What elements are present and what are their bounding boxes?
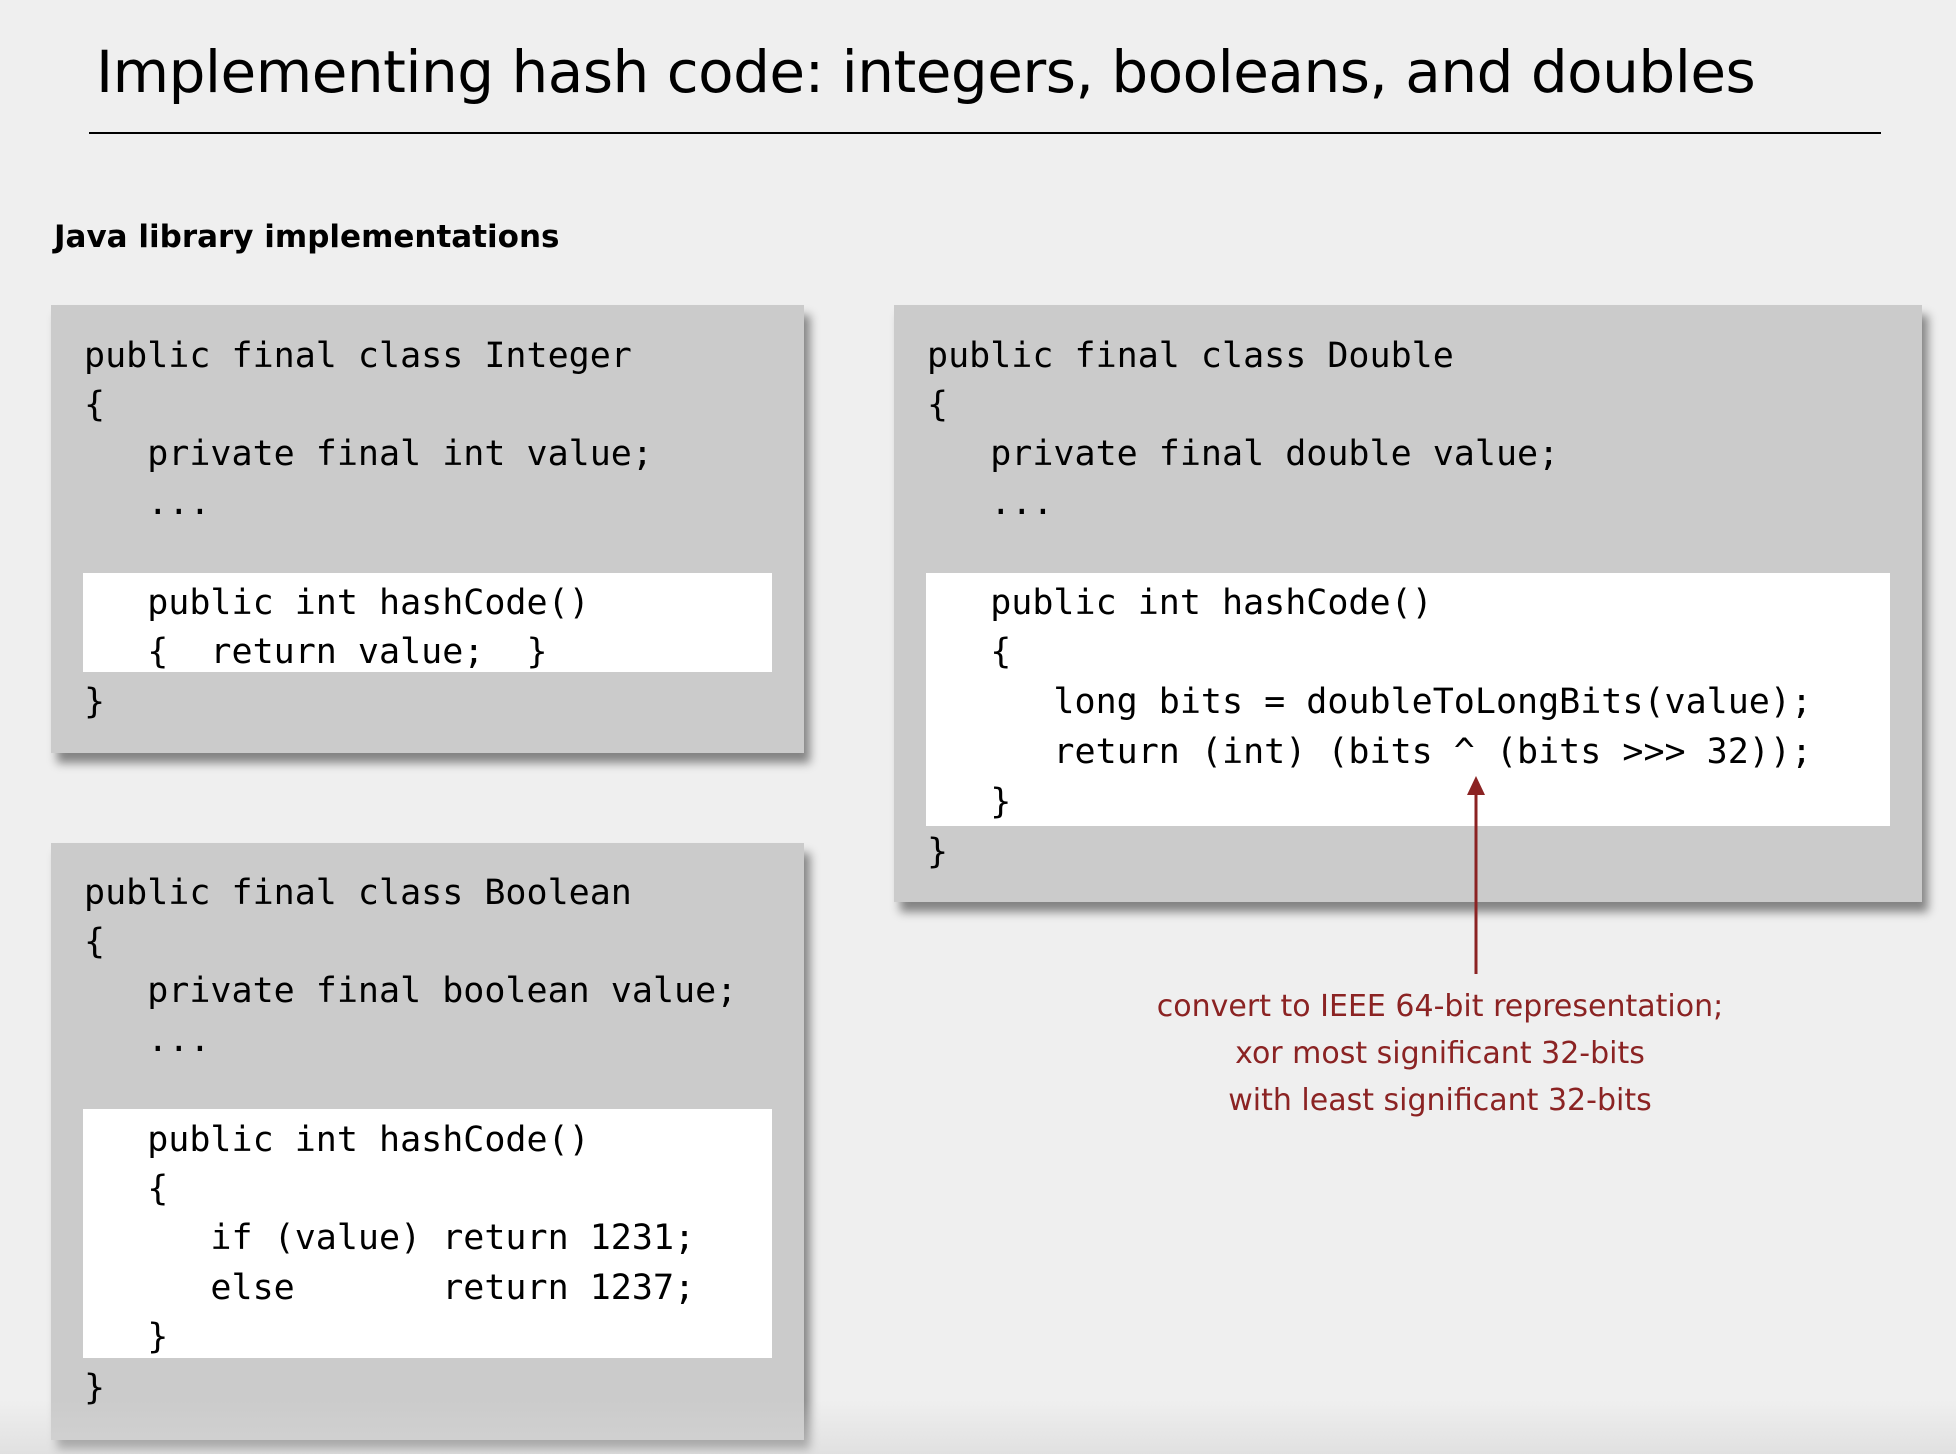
boolean-code-line: if (value) return 1231; (84, 1218, 696, 1258)
integer-code-panel: public final class Integer { private fin… (51, 305, 804, 753)
double-code-line: private final double value; (927, 434, 1560, 474)
annotation-line: with least significant 32-bits (1228, 1083, 1652, 1118)
integer-code-line: } (84, 682, 106, 722)
double-code-line: public final class Double (927, 336, 1454, 376)
title-divider (89, 132, 1881, 134)
annotation-line: convert to IEEE 64-bit representation; (1156, 989, 1724, 1024)
double-code-line: ... (927, 483, 1054, 523)
xor-annotation: convert to IEEE 64-bit representation; x… (1090, 983, 1790, 1124)
boolean-code-line: ... (84, 1020, 211, 1060)
integer-code-line: public int hashCode() (84, 583, 590, 623)
boolean-code-line: else return 1237; (84, 1268, 696, 1308)
integer-code-line: private final int value; (84, 434, 653, 474)
double-code-line: { (927, 632, 1012, 672)
double-code-line: } (927, 782, 1012, 822)
double-code-line: long bits = doubleToLongBits(value); (927, 682, 1813, 722)
integer-code-line: { return value; } (84, 632, 548, 672)
boolean-code-line: public final class Boolean (84, 873, 632, 913)
boolean-code-panel: public final class Boolean { private fin… (51, 843, 804, 1440)
section-label: Java library implementations (54, 219, 560, 255)
integer-code-line: public final class Integer (84, 336, 632, 376)
double-code-line: public int hashCode() (927, 583, 1433, 623)
annotation-line: xor most significant 32-bits (1235, 1036, 1645, 1071)
double-code-panel: public final class Double { private fina… (894, 305, 1922, 902)
double-code-line: } (927, 832, 949, 872)
boolean-code-line: public int hashCode() (84, 1120, 590, 1160)
boolean-code-line: private final boolean value; (84, 971, 738, 1011)
boolean-code-line: { (84, 922, 106, 962)
double-code-line: return (int) (bits ^ (bits >>> 32)); (927, 732, 1813, 772)
boolean-code-line: { (84, 1169, 169, 1209)
integer-code-line: { (84, 385, 106, 425)
annotation-arrow-icon (1467, 776, 1485, 974)
integer-code-line: ... (84, 483, 211, 523)
boolean-code-line: } (84, 1317, 169, 1357)
bottom-shade (0, 1400, 1956, 1454)
double-code-line: { (927, 385, 949, 425)
slide-title: Implementing hash code: integers, boolea… (96, 38, 1756, 106)
